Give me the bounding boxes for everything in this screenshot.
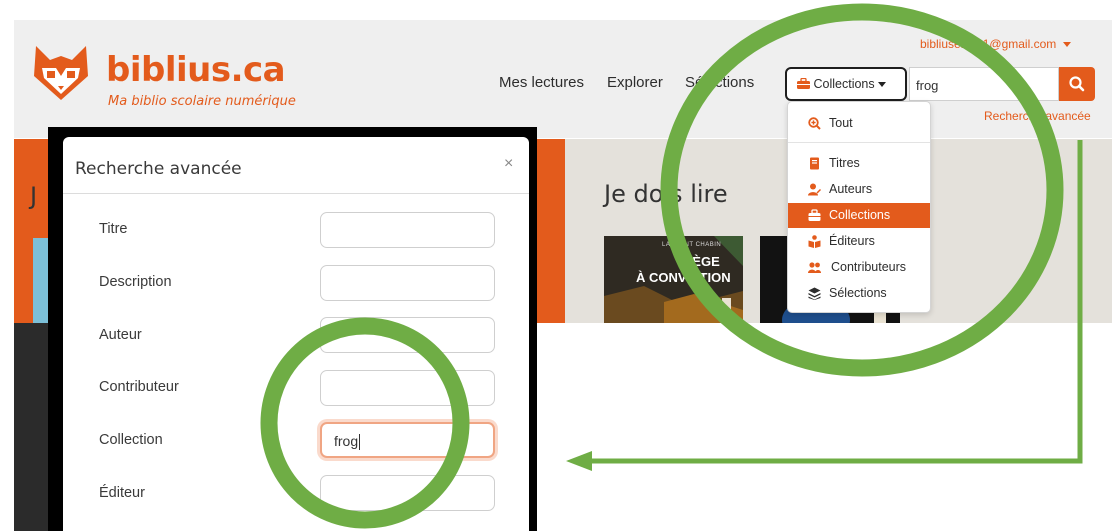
search-plus-icon xyxy=(808,117,821,130)
users-icon xyxy=(808,262,821,273)
user-menu[interactable]: bibliuseleve1@gmail.com xyxy=(920,37,1071,51)
contributeur-field[interactable] xyxy=(320,370,495,406)
book-author: LAURENT CHABIN xyxy=(662,242,722,248)
section-title-left: J xyxy=(30,182,38,210)
field-label-contributeur: Contributeur xyxy=(99,379,179,395)
collection-field-value: frog xyxy=(334,433,359,449)
search-scope-button[interactable]: Collections xyxy=(785,67,907,101)
modal-title: Recherche avancée xyxy=(75,159,242,179)
caret-down-icon xyxy=(877,82,886,88)
book-icon xyxy=(810,157,819,170)
nav-selections[interactable]: Sélections xyxy=(685,74,754,91)
advanced-search-link[interactable]: Recherche avancée xyxy=(984,109,1091,123)
scope-option-selections[interactable]: Sélections xyxy=(788,281,930,306)
user-pen-icon xyxy=(808,183,821,196)
section-title-je-dois-lire: Je dois lire xyxy=(604,180,728,208)
field-label-collection: Collection xyxy=(99,432,163,448)
brand-name[interactable]: biblius.ca xyxy=(106,50,286,90)
nav-explorer[interactable]: Explorer xyxy=(607,74,663,91)
collection-field[interactable]: frog xyxy=(320,422,495,458)
scope-option-label: Contributeurs xyxy=(831,260,907,274)
scope-option-label: Éditeurs xyxy=(829,234,875,248)
close-icon[interactable]: × xyxy=(504,155,513,173)
screenshot-stage: biblius.ca Ma biblio scolaire numérique … xyxy=(0,0,1112,531)
scope-option-tout[interactable]: Tout xyxy=(788,111,930,136)
field-label-auteur: Auteur xyxy=(99,327,142,343)
menu-divider xyxy=(788,142,930,143)
search-scope-menu: Tout Titres Auteurs Collections Éditeurs… xyxy=(787,101,931,313)
nav-mes-lectures[interactable]: Mes lectures xyxy=(499,74,584,91)
scope-option-editeurs[interactable]: Éditeurs xyxy=(788,229,930,254)
scope-option-label: Sélections xyxy=(829,286,887,300)
field-label-editeur: Éditeur xyxy=(99,485,145,501)
scope-option-label: Auteurs xyxy=(829,182,873,196)
scope-option-contributeurs[interactable]: Contributeurs xyxy=(788,255,930,280)
scope-option-label: Titres xyxy=(829,156,860,170)
advanced-search-modal: Recherche avancée × Titre Description Au… xyxy=(63,137,529,531)
brand-tagline: Ma biblio scolaire numérique xyxy=(108,94,296,109)
field-label-titre: Titre xyxy=(99,221,128,237)
search-button[interactable] xyxy=(1059,67,1095,101)
briefcase-icon xyxy=(808,209,821,221)
book-title-line-2: À CONVICTION xyxy=(636,270,731,285)
scope-option-label: Tout xyxy=(829,116,853,130)
chevron-down-icon xyxy=(1062,42,1071,48)
book-cover[interactable]: LAURENT CHABIN PIÈGE À CONVICTION xyxy=(604,236,743,323)
editeur-field[interactable] xyxy=(320,475,495,511)
auteur-field[interactable] xyxy=(320,317,495,353)
modal-divider xyxy=(63,193,529,194)
text-cursor xyxy=(359,434,361,451)
book-reader-icon xyxy=(808,235,821,248)
scope-option-titres[interactable]: Titres xyxy=(788,151,930,176)
layers-icon xyxy=(808,287,821,300)
user-email[interactable]: bibliuseleve1@gmail.com xyxy=(920,37,1056,51)
scope-option-auteurs[interactable]: Auteurs xyxy=(788,177,930,202)
book-title-line-1: PIÈGE xyxy=(680,254,720,269)
search-icon xyxy=(1069,76,1085,92)
titre-field[interactable] xyxy=(320,212,495,248)
search-input[interactable]: frog xyxy=(909,67,1059,101)
search-scope-label: Collections xyxy=(813,77,875,91)
fox-logo-icon[interactable] xyxy=(30,42,92,104)
search-bar: Collections frog xyxy=(785,67,1097,101)
arrow-head-icon xyxy=(566,451,592,471)
description-field[interactable] xyxy=(320,265,495,301)
scope-option-collections[interactable]: Collections xyxy=(788,203,930,228)
field-label-description: Description xyxy=(99,274,172,290)
briefcase-icon xyxy=(797,77,810,89)
scope-option-label: Collections xyxy=(829,208,891,222)
